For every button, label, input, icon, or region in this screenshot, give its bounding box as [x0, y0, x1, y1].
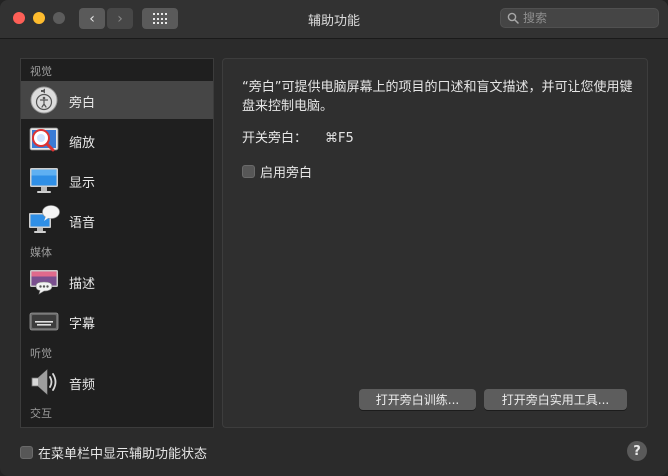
enable-voiceover-checkbox[interactable] — [242, 165, 255, 178]
audio-icon — [31, 369, 57, 395]
sidebar-item-label: 描述 — [69, 277, 96, 292]
sidebar-item-label: 语音 — [69, 216, 96, 231]
sidebar-item-speech[interactable]: 语音 — [21, 201, 213, 239]
enable-voiceover-checkbox-row[interactable]: 启用旁白 — [242, 162, 312, 181]
section-label-vision: 视觉 — [30, 65, 52, 78]
voiceover-icon — [30, 86, 58, 114]
sidebar-item-label: 音频 — [69, 378, 96, 393]
sidebar-item-descriptions[interactable]: 描述 — [21, 262, 213, 300]
display-icon — [30, 168, 58, 193]
descriptions-icon — [30, 270, 58, 295]
sidebar-item-label: 显示 — [69, 176, 96, 191]
titlebar: ‹ › 辅助功能 — [0, 0, 668, 39]
sidebar-item-audio[interactable]: 音频 — [21, 363, 213, 401]
search-input[interactable] — [523, 10, 653, 26]
preferences-window: ‹ › 辅助功能 视觉 — [0, 0, 668, 476]
search-field[interactable] — [500, 8, 659, 28]
voiceover-settings-panel: “旁白”可提供电脑屏幕上的项目的口述和盲文描述，并可让您使用键盘来控制电脑。 开… — [222, 58, 648, 428]
sidebar-item-label: 字幕 — [69, 317, 96, 332]
section-label-hearing: 听觉 — [30, 347, 52, 360]
sidebar-item-captions[interactable]: 字幕 — [21, 302, 213, 340]
open-voiceover-training-button[interactable]: 打开旁白训练... — [359, 389, 476, 410]
section-label-interaction: 交互 — [30, 407, 52, 420]
search-icon — [507, 12, 519, 24]
shortcut-label: 开关旁白： — [242, 131, 308, 146]
captions-icon — [29, 312, 59, 331]
help-icon: ? — [633, 443, 641, 459]
help-button[interactable]: ? — [627, 441, 647, 461]
menubar-status-label: 在菜单栏中显示辅助功能状态 — [38, 447, 208, 462]
section-label-media: 媒体 — [30, 246, 52, 259]
sidebar: 视觉 旁白 缩放 显示 语音 媒体 描述 字幕 听觉 音频 交互 — [20, 58, 214, 428]
sidebar-item-label: 旁白 — [69, 96, 96, 111]
sidebar-item-display[interactable]: 显示 — [21, 161, 213, 199]
menubar-status-checkbox[interactable] — [20, 446, 33, 459]
voiceover-shortcut: 开关旁白： ⌘F5 — [242, 127, 354, 146]
shortcut-key: ⌘F5 — [325, 131, 354, 146]
speech-icon — [29, 205, 60, 233]
voiceover-description: “旁白”可提供电脑屏幕上的项目的口述和盲文描述，并可让您使用键盘来控制电脑。 — [242, 80, 633, 114]
menubar-status-checkbox-row[interactable]: 在菜单栏中显示辅助功能状态 — [20, 443, 207, 462]
sidebar-item-zoom[interactable]: 缩放 — [21, 121, 213, 159]
zoom-icon — [29, 127, 59, 152]
enable-voiceover-label: 启用旁白 — [260, 166, 313, 181]
open-voiceover-utility-button[interactable]: 打开旁白实用工具... — [484, 389, 627, 410]
sidebar-item-voiceover[interactable]: 旁白 — [21, 81, 213, 119]
sidebar-item-label: 缩放 — [69, 136, 96, 151]
